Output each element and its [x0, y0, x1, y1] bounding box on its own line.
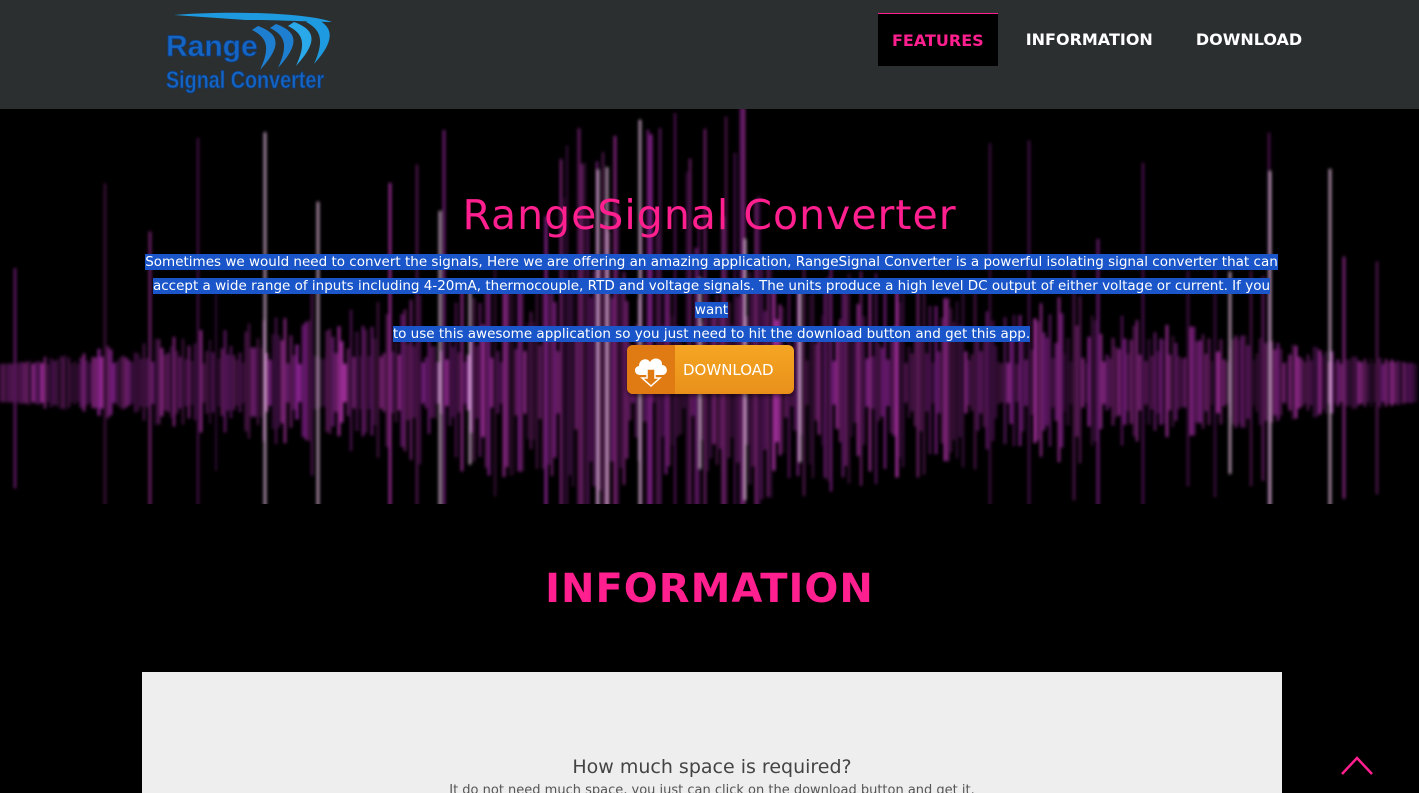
main-nav: FEATURES INFORMATION DOWNLOAD — [878, 13, 1316, 66]
download-button[interactable]: DOWNLOAD — [627, 345, 794, 394]
faq-answer: It do not need much space, you just can … — [449, 783, 975, 793]
hero-title: RangeSignal Converter — [462, 191, 957, 239]
hero-description-line: accept a wide range of inputs including … — [152, 278, 1271, 318]
nav-features[interactable]: FEATURES — [878, 13, 998, 66]
information-panel: How much space is required? It do not ne… — [142, 672, 1282, 793]
nav-information[interactable]: INFORMATION — [1012, 13, 1167, 66]
hero-section: RangeSignal Converter Sometimes we would… — [0, 109, 1419, 504]
hero-description: Sometimes we would need to convert the s… — [140, 250, 1283, 346]
information-title: INFORMATION — [545, 566, 874, 612]
logo[interactable]: Range Signal Converter — [164, 12, 338, 94]
navbar: Range Signal Converter FEATURES INFORMAT… — [0, 0, 1419, 109]
download-button-label: DOWNLOAD — [683, 360, 774, 379]
nav-download[interactable]: DOWNLOAD — [1182, 13, 1316, 66]
logo-signal-converter-text: Signal Converter — [166, 67, 324, 94]
logo-range-text: Range — [166, 30, 258, 63]
chevron-up-icon[interactable] — [1339, 749, 1375, 779]
cloud-download-icon — [627, 345, 675, 394]
hero-description-line: Sometimes we would need to convert the s… — [145, 254, 1278, 270]
faq-question: How much space is required? — [572, 756, 852, 778]
hero-description-line: to use this awesome application so you j… — [392, 326, 1031, 342]
